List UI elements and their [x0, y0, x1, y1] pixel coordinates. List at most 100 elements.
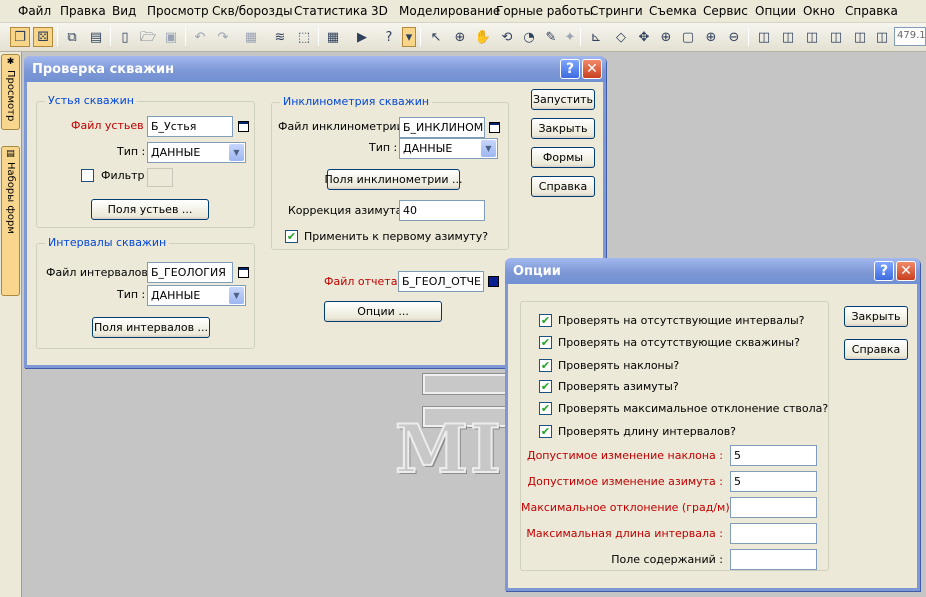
check-interval-length-checkbox[interactable]: ✔: [539, 425, 552, 438]
dip-change-input[interactable]: 5: [730, 445, 817, 466]
collars-type-select[interactable]: ДАННЫЕ ▼: [147, 142, 246, 163]
options-close-button[interactable]: Закрыть: [844, 306, 908, 327]
crosshair-icon[interactable]: ⊕: [656, 27, 676, 47]
menu-statistics[interactable]: Статистика: [294, 4, 368, 18]
menu-mining[interactable]: Горные работы: [496, 4, 593, 18]
survey-fields-button[interactable]: Поля инклинометрии ...: [325, 169, 463, 190]
view-front-icon[interactable]: ◫: [754, 27, 774, 47]
survey-type-select[interactable]: ДАННЫЕ ▼: [399, 138, 498, 159]
collars-file-input[interactable]: Б_Устья: [147, 116, 233, 137]
run-button[interactable]: Запустить: [531, 89, 595, 110]
menu-display[interactable]: Просмотр: [147, 4, 209, 18]
check-missing-holes-checkbox[interactable]: ✔: [539, 336, 552, 349]
check-dialog-close-icon[interactable]: ✕: [582, 59, 602, 79]
intervals-file-browse-icon[interactable]: [238, 267, 249, 278]
zoom-out-icon[interactable]: ⊖: [724, 27, 744, 47]
context-help-icon[interactable]: ?: [379, 27, 399, 47]
report-file-input[interactable]: Б_ГЕОЛ_ОТЧЕ: [398, 271, 484, 292]
coordinate-field[interactable]: 479.16: [894, 27, 926, 46]
list-icon[interactable]: ▤: [86, 27, 106, 47]
menu-tools[interactable]: Сервис: [703, 4, 748, 18]
layers-icon[interactable]: ≋: [270, 27, 290, 47]
help-button[interactable]: Справка: [531, 176, 595, 197]
zoom-in-icon[interactable]: ⊕: [701, 27, 721, 47]
menu-modelling[interactable]: Моделирование: [399, 4, 500, 18]
collars-fields-button[interactable]: Поля устьев ...: [91, 199, 209, 220]
intervals-file-input[interactable]: Б_ГЕОЛОГИЯ: [147, 262, 233, 283]
view-top-icon[interactable]: ◫: [778, 27, 798, 47]
check-dialog-titlebar[interactable]: Проверка скважин ? ✕: [24, 56, 606, 82]
menu-edit[interactable]: Правка: [60, 4, 106, 18]
collars-filter-checkbox[interactable]: [81, 169, 94, 182]
survey-file-input[interactable]: Б_ИНКЛИНОМ: [399, 117, 485, 138]
undo-icon[interactable]: ↶: [190, 27, 210, 47]
grade-field-input[interactable]: [730, 549, 817, 570]
survey-file-browse-icon[interactable]: [489, 122, 500, 133]
menu-help[interactable]: Справка: [845, 4, 898, 18]
forms-button[interactable]: Формы: [531, 147, 595, 168]
select-pointer-icon[interactable]: ↖: [426, 27, 446, 47]
new-file-icon[interactable]: ▯: [115, 27, 135, 47]
cube-icon[interactable]: ⬚: [294, 27, 314, 47]
intervals-fields-button[interactable]: Поля интервалов ...: [92, 317, 210, 338]
options-help-button[interactable]: Справка: [844, 339, 908, 360]
save-icon[interactable]: ▣: [161, 27, 181, 47]
chevron-down-icon[interactable]: ▼: [229, 144, 244, 161]
view-side-icon[interactable]: ◫: [802, 27, 822, 47]
check-dips-checkbox[interactable]: ✔: [539, 359, 552, 372]
menu-window[interactable]: Окно: [803, 4, 835, 18]
collars-type-value: ДАННЫЕ: [151, 146, 201, 159]
window-tile-icon[interactable]: ❐: [10, 27, 30, 47]
measure-icon[interactable]: ✎: [541, 27, 561, 47]
menu-strings[interactable]: Стринги: [590, 4, 643, 18]
snap-icon[interactable]: ✦: [560, 27, 580, 47]
menu-file[interactable]: Файл: [18, 4, 51, 18]
options-dialog-help-icon[interactable]: ?: [874, 261, 894, 281]
tab-view[interactable]: ✱ Просмотр: [1, 54, 20, 130]
menu-view[interactable]: Вид: [112, 4, 136, 18]
properties-icon[interactable]: ▦: [241, 27, 261, 47]
azimuth-correction-input[interactable]: 40: [399, 200, 485, 221]
eraser-icon[interactable]: ◇: [611, 27, 631, 47]
window-layout-icon[interactable]: ⚄: [33, 27, 53, 47]
options-button[interactable]: Опции ...: [324, 301, 442, 322]
options-dialog-titlebar[interactable]: Опции ? ✕: [505, 258, 920, 284]
max-interval-length-input[interactable]: [730, 523, 817, 544]
check-azimuths-checkbox[interactable]: ✔: [539, 380, 552, 393]
zoom-window-icon[interactable]: ▢: [678, 27, 698, 47]
query-icon[interactable]: ◔: [519, 27, 539, 47]
menu-survey[interactable]: Съемка: [649, 4, 697, 18]
close-button[interactable]: Закрыть: [531, 118, 595, 139]
rotate-icon[interactable]: ⟲: [497, 27, 517, 47]
toolbar-dropdown-icon[interactable]: ▾: [402, 27, 416, 47]
check-missing-intervals-checkbox[interactable]: ✔: [539, 314, 552, 327]
redo-icon[interactable]: ↷: [213, 27, 233, 47]
windows-icon[interactable]: ⧉: [62, 27, 82, 47]
table-icon[interactable]: ▦: [323, 27, 343, 47]
view-bottom-icon[interactable]: ◫: [872, 27, 892, 47]
axis-icon[interactable]: ⊾: [586, 27, 606, 47]
max-deviation-input[interactable]: [730, 497, 817, 518]
macro-run-icon[interactable]: ▶: [352, 27, 372, 47]
move-icon[interactable]: ✥: [634, 27, 654, 47]
azimuth-change-input[interactable]: 5: [730, 471, 817, 492]
pan-hand-icon[interactable]: ✋: [473, 27, 493, 47]
report-color-swatch[interactable]: [488, 276, 499, 287]
collars-file-browse-icon[interactable]: [238, 121, 249, 132]
menu-options[interactable]: Опции: [755, 4, 796, 18]
chevron-down-icon[interactable]: ▼: [481, 140, 496, 157]
chevron-down-icon[interactable]: ▼: [229, 287, 244, 304]
check-max-deviation-checkbox[interactable]: ✔: [539, 402, 552, 415]
intervals-type-select[interactable]: ДАННЫЕ ▼: [147, 285, 246, 306]
tab-form-sets[interactable]: ▤ Наборы форм: [1, 146, 20, 296]
options-dialog-close-icon[interactable]: ✕: [896, 261, 916, 281]
zoom-icon[interactable]: ⊕: [450, 27, 470, 47]
check-dialog-help-icon[interactable]: ?: [560, 59, 580, 79]
view-back-icon[interactable]: ◫: [850, 27, 870, 47]
menu-drillholes[interactable]: Скв/борозды: [212, 4, 293, 18]
view-iso-icon[interactable]: ◫: [826, 27, 846, 47]
dip-change-label: Допустимое изменение наклона :: [526, 449, 723, 462]
apply-first-azimuth-checkbox[interactable]: ✔: [285, 230, 298, 243]
open-folder-icon[interactable]: 🗁: [138, 27, 158, 47]
menu-3d[interactable]: 3D: [371, 4, 388, 18]
